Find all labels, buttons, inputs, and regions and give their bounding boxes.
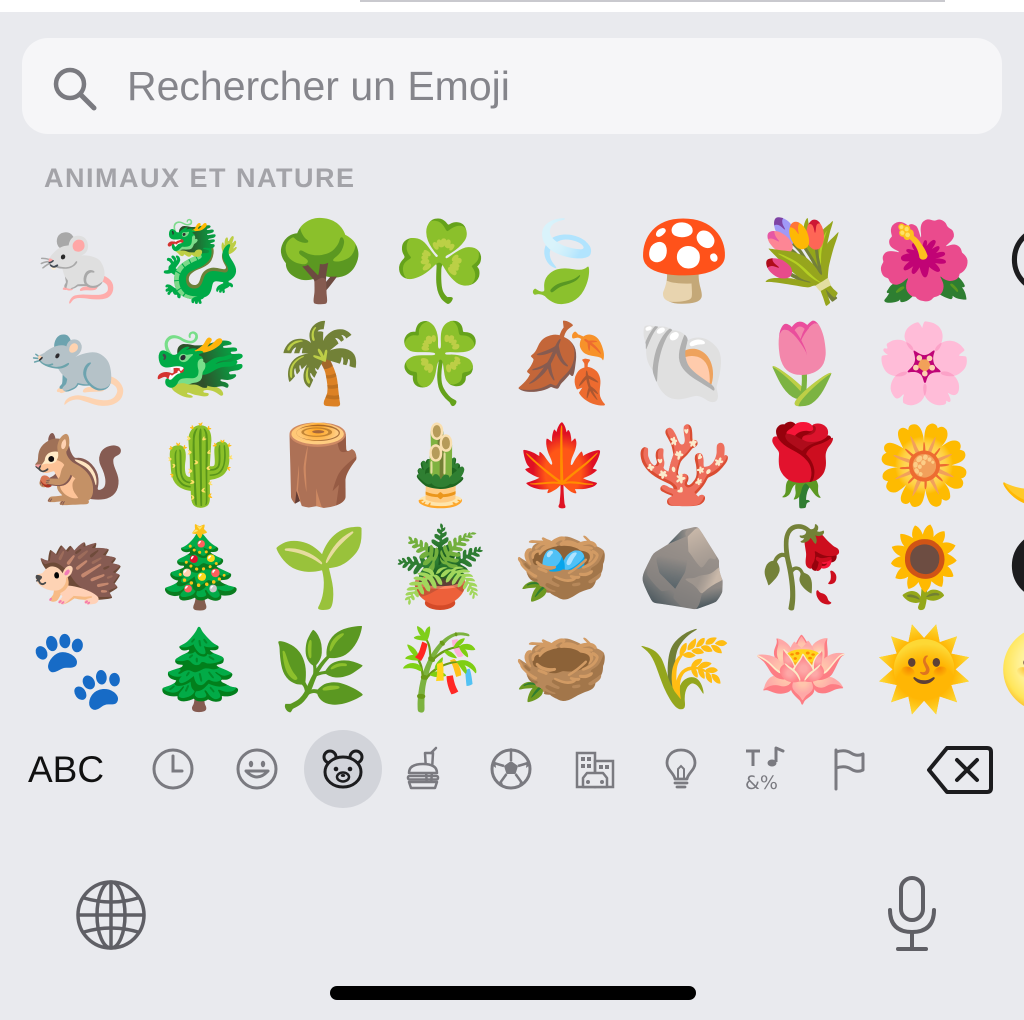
soccer-ball-icon — [490, 748, 532, 790]
emoji-key[interactable]: 🌑 — [994, 516, 1024, 620]
emoji-key[interactable]: 🍀 — [388, 312, 492, 416]
flag-icon — [834, 748, 865, 791]
emoji-key[interactable]: 🪨 — [632, 516, 736, 620]
emoji-key[interactable]: 🌴 — [268, 312, 372, 416]
emoji-key[interactable]: 🌳 — [268, 210, 372, 314]
emoji-key[interactable]: 🥀 — [750, 516, 854, 620]
symbols-icon: &% — [745, 746, 785, 793]
home-indicator — [330, 986, 696, 1000]
emoji-key[interactable]: 🐿️ — [26, 414, 130, 518]
emoji-key[interactable]: 🌹 — [750, 414, 854, 518]
tab-activity[interactable] — [472, 730, 550, 808]
emoji-key[interactable]: 🍄 — [632, 210, 736, 314]
microphone-icon[interactable] — [882, 874, 942, 954]
emoji-key[interactable]: 🍁 — [510, 414, 614, 518]
smiley-icon — [236, 748, 278, 790]
emoji-key[interactable]: 🪵 — [268, 414, 372, 518]
emoji-key[interactable]: 🌷 — [750, 312, 854, 416]
emoji-search-input[interactable] — [127, 56, 967, 116]
backspace-icon[interactable] — [925, 742, 995, 798]
emoji-key[interactable]: 🪴 — [388, 516, 492, 620]
emoji-key[interactable]: 🌱 — [268, 516, 372, 620]
emoji-key[interactable]: ☘️ — [388, 210, 492, 314]
emoji-key[interactable]: 🌙 — [994, 414, 1024, 518]
emoji-key[interactable]: 🌾 — [632, 618, 736, 722]
emoji-key[interactable]: 🐉 — [148, 210, 252, 314]
tab-recents[interactable] — [134, 730, 212, 808]
emoji-search-bar[interactable] — [22, 38, 1002, 134]
emoji-key[interactable]: 🐁 — [26, 210, 130, 314]
emoji-key[interactable]: 🪷 — [750, 618, 854, 722]
emoji-key[interactable]: 🎄 — [148, 516, 252, 620]
emoji-key[interactable]: 🌸 — [872, 312, 976, 416]
tab-animals-nature[interactable] — [304, 730, 382, 808]
emoji-key[interactable]: 🪺 — [510, 516, 614, 620]
tab-flags[interactable] — [810, 730, 888, 808]
section-title: ANIMAUX ET NATURE — [44, 163, 356, 193]
emoji-grid: 🐁🐉🌳☘️🍃🍄💐🌺🌕 🐀🐲🌴🍀🍂🐚🌷🌸 🐿️🌵🪵🎍🍁🪸🌹🌼🌙 🦔🎄🌱🪴🪺🪨🥀🌻🌑 🐾🌲🌿… — [0, 210, 1024, 725]
tab-symbols[interactable]: &% — [726, 730, 804, 808]
category-bar: ABC &% — [0, 730, 1024, 812]
emoji-key[interactable]: 🌿 — [268, 618, 372, 722]
abc-button[interactable]: ABC — [28, 744, 118, 796]
lightbulb-icon — [665, 748, 697, 789]
emoji-key[interactable]: 💐 — [750, 210, 854, 314]
emoji-key[interactable]: 🐀 — [26, 312, 130, 416]
tab-travel[interactable] — [556, 730, 634, 808]
emoji-key[interactable]: 🌼 — [872, 414, 976, 518]
emoji-key[interactable]: 🌻 — [872, 516, 976, 620]
clock-icon — [152, 748, 194, 790]
top-strip — [0, 0, 1024, 12]
tab-smileys[interactable] — [218, 730, 296, 808]
emoji-key[interactable]: 🎋 — [388, 618, 492, 722]
emoji-key[interactable]: 🌲 — [148, 618, 252, 722]
emoji-key[interactable]: 🪹 — [510, 618, 614, 722]
search-icon — [53, 67, 97, 111]
top-divider — [360, 0, 945, 2]
emoji-key[interactable]: 🍂 — [510, 312, 614, 416]
bear-icon — [322, 749, 364, 789]
burger-drink-icon — [406, 746, 440, 790]
tab-food[interactable] — [388, 730, 466, 808]
emoji-key[interactable]: 🐾 — [26, 618, 130, 722]
emoji-key[interactable]: 🐚 — [632, 312, 736, 416]
globe-icon[interactable] — [74, 878, 148, 952]
emoji-key[interactable]: 🍃 — [510, 210, 614, 314]
emoji-key[interactable]: 🌞 — [872, 618, 976, 722]
emoji-key[interactable]: 🐲 — [148, 312, 252, 416]
emoji-key[interactable]: 🌺 — [872, 210, 976, 314]
emoji-key[interactable]: 🪸 — [632, 414, 736, 518]
emoji-key[interactable]: 🎍 — [388, 414, 492, 518]
emoji-key[interactable]: 🌵 — [148, 414, 252, 518]
tab-objects[interactable] — [642, 730, 720, 808]
building-car-icon — [575, 751, 615, 789]
emoji-key[interactable]: 🌝 — [994, 618, 1024, 722]
svg-text:&%: &% — [745, 772, 778, 793]
emoji-key[interactable]: 🌕 — [994, 210, 1024, 314]
emoji-key[interactable]: 🦔 — [26, 516, 130, 620]
